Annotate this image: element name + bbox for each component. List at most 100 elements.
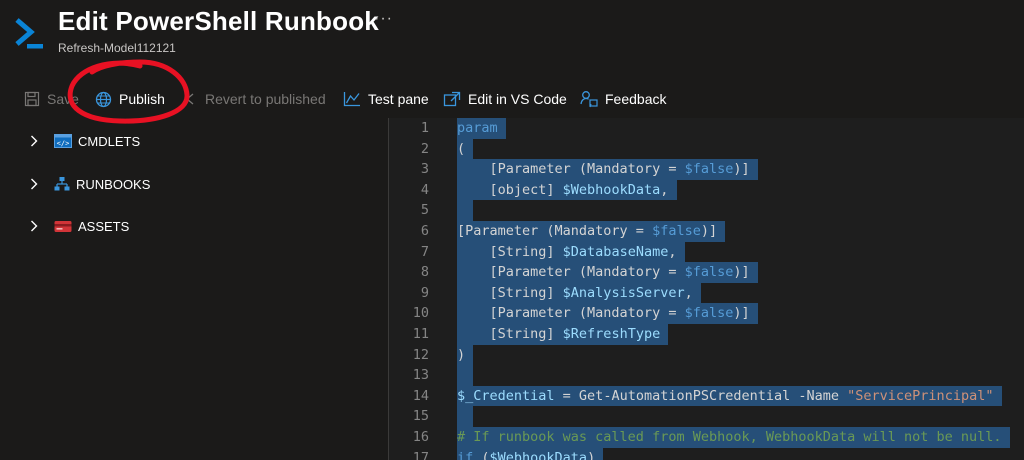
selection-padding	[595, 450, 603, 460]
code-editor[interactable]: 1 param 2( 3 [Parameter (Mandatory = $fal…	[389, 118, 1024, 460]
tree-item-runbooks[interactable]: RUNBOOKS	[30, 174, 150, 194]
code-token: (	[457, 140, 466, 157]
assets-icon	[54, 219, 72, 233]
code-token: )]	[733, 305, 750, 322]
selection-padding	[750, 161, 758, 177]
selection-padding	[660, 326, 668, 342]
code-line: 15	[389, 406, 1024, 427]
line-number: 9	[420, 284, 429, 301]
code-text: $_Credential = Get-AutomationPSCredentia…	[457, 385, 1002, 407]
code-line: 5	[389, 200, 1024, 221]
feedback-button[interactable]: Feedback	[580, 88, 666, 110]
code-token: (	[473, 449, 490, 460]
line-number: 14	[412, 387, 429, 404]
code-line: 1 param	[389, 118, 1024, 139]
save-icon	[24, 91, 40, 107]
code-line: 13	[389, 365, 1024, 386]
line-number: 15	[412, 408, 429, 425]
save-label: Save	[47, 91, 79, 107]
code-token: [object]	[457, 181, 563, 198]
code-line: 4 [object] $WebhookData,	[389, 179, 1024, 201]
revert-to-published-button[interactable]: Revert to published	[184, 88, 326, 110]
page-subtitle: Refresh-Model112121	[58, 41, 176, 55]
more-options-button[interactable]: ···	[374, 10, 393, 28]
code-text: [String] $RefreshType	[457, 324, 669, 345]
code-token: "ServicePrincipal"	[847, 387, 994, 404]
code-line: 16 # If runbook was called from Webhook, …	[389, 427, 1024, 448]
code-token: $false	[684, 264, 734, 281]
code-text: if ($WebhookData)	[457, 447, 604, 460]
test-pane-button[interactable]: Test pane	[343, 88, 429, 110]
code-token: )]	[733, 264, 750, 281]
sidebar-tree: </> CMDLETS RUNBOOKS ASSETS	[0, 118, 389, 460]
code-text: # If runbook was called from Webhook, We…	[457, 427, 1010, 448]
code-line: 3 [Parameter (Mandatory = $false)]	[389, 159, 1024, 180]
line-number: 4	[420, 181, 429, 198]
publish-label: Publish	[119, 91, 165, 107]
page-header: Edit PowerShell Runbook Refresh-Model112…	[0, 0, 1024, 70]
code-text: [String] $AnalysisServer,	[457, 282, 701, 304]
code-line: 7 [String] $DatabaseName,	[389, 241, 1024, 263]
tree-item-label: ASSETS	[78, 218, 130, 234]
selection-padding	[693, 285, 701, 301]
code-token: $DatabaseName	[562, 243, 669, 260]
code-token: )]	[733, 161, 750, 178]
line-number: 7	[420, 243, 429, 260]
selection-padding	[717, 223, 725, 239]
code-line: 2(	[389, 138, 1024, 160]
tree-item-assets[interactable]: ASSETS	[30, 216, 129, 236]
cmdlets-icon: </>	[54, 134, 72, 148]
code-line: 8 [Parameter (Mandatory = $false)]	[389, 262, 1024, 283]
code-text: )	[457, 344, 474, 366]
code-text: [Parameter (Mandatory = $false)]	[457, 303, 758, 324]
revert-label: Revert to published	[205, 91, 326, 107]
code-token: = Get-AutomationPSCredential -Name	[554, 387, 848, 404]
selection-padding	[457, 367, 473, 383]
code-token: )]	[700, 223, 718, 239]
code-text: [object] $WebhookData,	[457, 179, 677, 201]
tree-item-label: RUNBOOKS	[76, 176, 151, 192]
code-token: # If runbook was called from Webhook, We…	[457, 429, 1002, 445]
code-text: param	[457, 118, 506, 139]
code-token: $WebhookData	[562, 181, 661, 198]
code-line: 10 [Parameter (Mandatory = $false)]	[389, 303, 1024, 324]
test-pane-label: Test pane	[368, 91, 429, 107]
line-number: 5	[420, 202, 429, 219]
code-line: 9 [String] $AnalysisServer,	[389, 282, 1024, 304]
publish-button[interactable]: Publish	[95, 88, 165, 110]
selection-padding	[465, 347, 473, 363]
tree-item-label: CMDLETS	[78, 133, 141, 149]
code-token: [String]	[457, 284, 563, 301]
code-token: $false	[684, 305, 734, 322]
line-number: 13	[412, 367, 429, 384]
line-number: 6	[420, 223, 429, 239]
selection-padding	[993, 388, 1001, 404]
save-button[interactable]: Save	[24, 88, 79, 110]
command-bar: Save Publish Revert to published Test pa…	[0, 80, 1024, 116]
code-token: [Parameter (Mandatory =	[457, 161, 685, 178]
code-token: $_Credential	[457, 387, 555, 404]
edit-in-vscode-button[interactable]: Edit in VS Code	[443, 88, 567, 110]
code-text: [Parameter (Mandatory = $false)]	[457, 262, 758, 283]
code-text	[457, 365, 474, 386]
code-line: 11 [String] $RefreshType	[389, 324, 1024, 345]
code-text	[457, 200, 474, 221]
code-text: [String] $DatabaseName,	[457, 241, 685, 263]
line-number: 16	[412, 429, 429, 445]
selection-padding	[750, 305, 758, 321]
line-number: 12	[412, 346, 429, 363]
code-token: [Parameter (Mandatory =	[457, 264, 685, 281]
code-text	[457, 406, 474, 427]
tree-item-cmdlets[interactable]: </> CMDLETS	[30, 131, 140, 151]
selection-padding	[465, 141, 473, 157]
code-text: [Parameter (Mandatory = $false)]	[457, 221, 726, 242]
open-external-icon	[443, 91, 461, 107]
code-line: 6 [Parameter (Mandatory = $false)]	[389, 221, 1024, 242]
selection-padding	[676, 244, 684, 260]
code-token: ,	[684, 284, 693, 301]
line-number: 17	[412, 449, 429, 460]
powershell-icon	[15, 18, 43, 49]
code-token: )	[587, 449, 596, 460]
line-number: 3	[420, 161, 429, 178]
globe-icon	[95, 91, 112, 107]
